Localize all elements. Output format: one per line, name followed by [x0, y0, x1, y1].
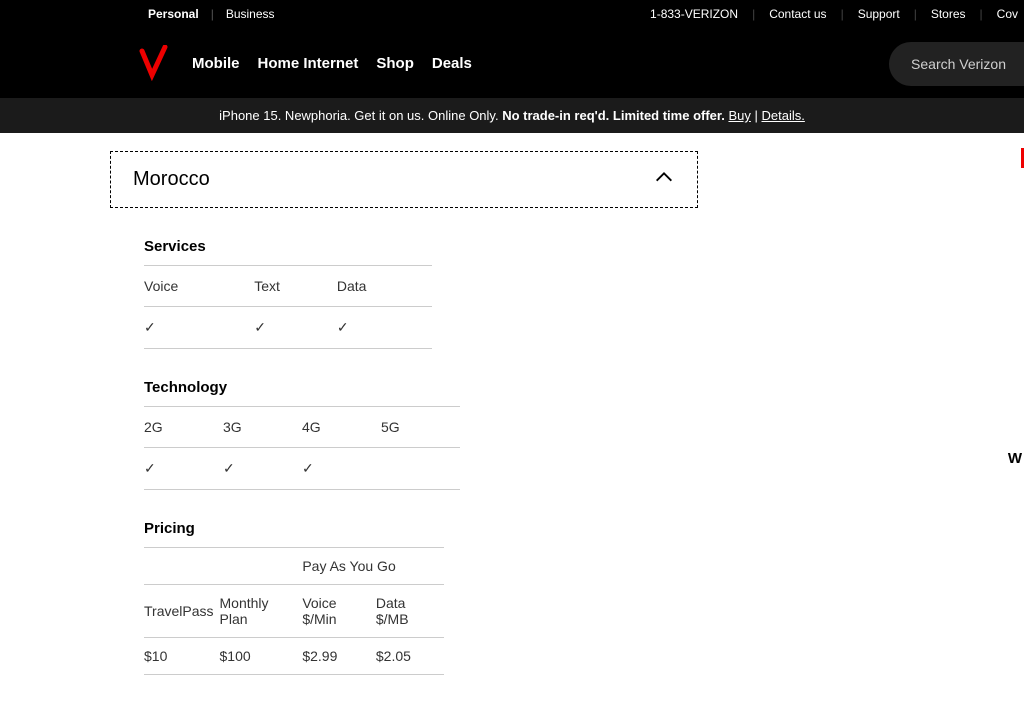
services-table: Voice Text Data ✓ ✓ ✓	[144, 265, 432, 349]
nav-mobile[interactable]: Mobile	[192, 55, 240, 72]
table-row: Voice Text Data	[144, 266, 432, 307]
personal-link[interactable]: Personal	[148, 7, 199, 21]
technology-table: 2G 3G 4G 5G ✓ ✓ ✓	[144, 406, 460, 490]
cell-empty	[381, 448, 460, 490]
nav-deals[interactable]: Deals	[432, 55, 472, 72]
separator: |	[841, 7, 844, 21]
promo-text: iPhone 15. Newphoria. Get it on us. Onli…	[219, 108, 502, 123]
table-row: Pay As You Go	[144, 548, 444, 585]
pricing-section: Pricing Pay As You Go TravelPass Monthly…	[144, 520, 444, 675]
checkmark-icon: ✓	[223, 448, 302, 490]
col-super-header: Pay As You Go	[302, 548, 444, 585]
main-nav: Mobile Home Internet Shop Deals Search V…	[0, 28, 1024, 98]
cell-empty	[144, 548, 220, 585]
col-header: 2G	[144, 407, 223, 448]
chevron-up-icon	[653, 166, 675, 193]
price-value: $2.05	[376, 638, 444, 675]
business-link[interactable]: Business	[226, 7, 275, 21]
separator: |	[914, 7, 917, 21]
utility-links: 1-833-VERIZON | Contact us | Support | S…	[650, 7, 1024, 21]
separator: |	[752, 7, 755, 21]
col-header: Data $/MB	[376, 585, 444, 638]
utility-nav: Personal | Business 1-833-VERIZON | Cont…	[0, 0, 1024, 28]
nav-home-internet[interactable]: Home Internet	[258, 55, 359, 72]
checkmark-icon: ✓	[144, 307, 254, 349]
contact-link[interactable]: Contact us	[769, 7, 826, 21]
col-header: Voice $/Min	[302, 585, 376, 638]
separator: |	[211, 7, 214, 21]
pricing-table: Pay As You Go TravelPass Monthly Plan Vo…	[144, 547, 444, 675]
country-name: Morocco	[133, 168, 210, 191]
promo-details-link[interactable]: Details.	[761, 108, 804, 123]
table-row: ✓ ✓ ✓	[144, 307, 432, 349]
separator: |	[980, 7, 983, 21]
pricing-title: Pricing	[144, 520, 444, 537]
audience-switcher: Personal | Business	[148, 7, 275, 21]
country-accordion-header[interactable]: Morocco	[110, 151, 698, 208]
technology-title: Technology	[144, 379, 460, 396]
promo-buy-link[interactable]: Buy	[728, 108, 750, 123]
verizon-logo[interactable]	[138, 43, 174, 83]
separator: |	[751, 108, 762, 123]
col-header: 5G	[381, 407, 460, 448]
stores-link[interactable]: Stores	[931, 7, 966, 21]
checkmark-icon: ✓	[337, 307, 432, 349]
col-header: Text	[254, 266, 337, 307]
support-link[interactable]: Support	[858, 7, 900, 21]
services-section: Services Voice Text Data ✓ ✓ ✓	[144, 238, 432, 349]
main-nav-links: Mobile Home Internet Shop Deals	[192, 55, 472, 72]
coverage-link[interactable]: Cov	[997, 7, 1018, 21]
checkmark-icon: ✓	[254, 307, 337, 349]
nav-shop[interactable]: Shop	[376, 55, 414, 72]
table-row: TravelPass Monthly Plan Voice $/Min Data…	[144, 585, 444, 638]
promo-banner: iPhone 15. Newphoria. Get it on us. Onli…	[0, 98, 1024, 133]
table-row: $10 $100 $2.99 $2.05	[144, 638, 444, 675]
checkmark-icon: ✓	[144, 448, 223, 490]
country-details: Morocco Services Voice Text Data ✓ ✓ ✓ T…	[0, 133, 700, 675]
price-value: $2.99	[302, 638, 376, 675]
checkmark-icon: ✓	[302, 448, 381, 490]
col-header: 3G	[223, 407, 302, 448]
table-row: 2G 3G 4G 5G	[144, 407, 460, 448]
col-header: Monthly Plan	[220, 585, 303, 638]
truncated-text: W	[1008, 450, 1022, 467]
search-input[interactable]: Search Verizon	[889, 42, 1024, 86]
technology-section: Technology 2G 3G 4G 5G ✓ ✓ ✓	[144, 379, 460, 490]
price-value: $100	[220, 638, 303, 675]
col-header: Data	[337, 266, 432, 307]
col-header: Voice	[144, 266, 254, 307]
price-value: $10	[144, 638, 220, 675]
col-header: 4G	[302, 407, 381, 448]
col-header: TravelPass	[144, 585, 220, 638]
cell-empty	[220, 548, 303, 585]
promo-offer: No trade-in req'd. Limited time offer.	[502, 108, 728, 123]
services-title: Services	[144, 238, 432, 255]
phone-number: 1-833-VERIZON	[650, 7, 738, 21]
table-row: ✓ ✓ ✓	[144, 448, 460, 490]
